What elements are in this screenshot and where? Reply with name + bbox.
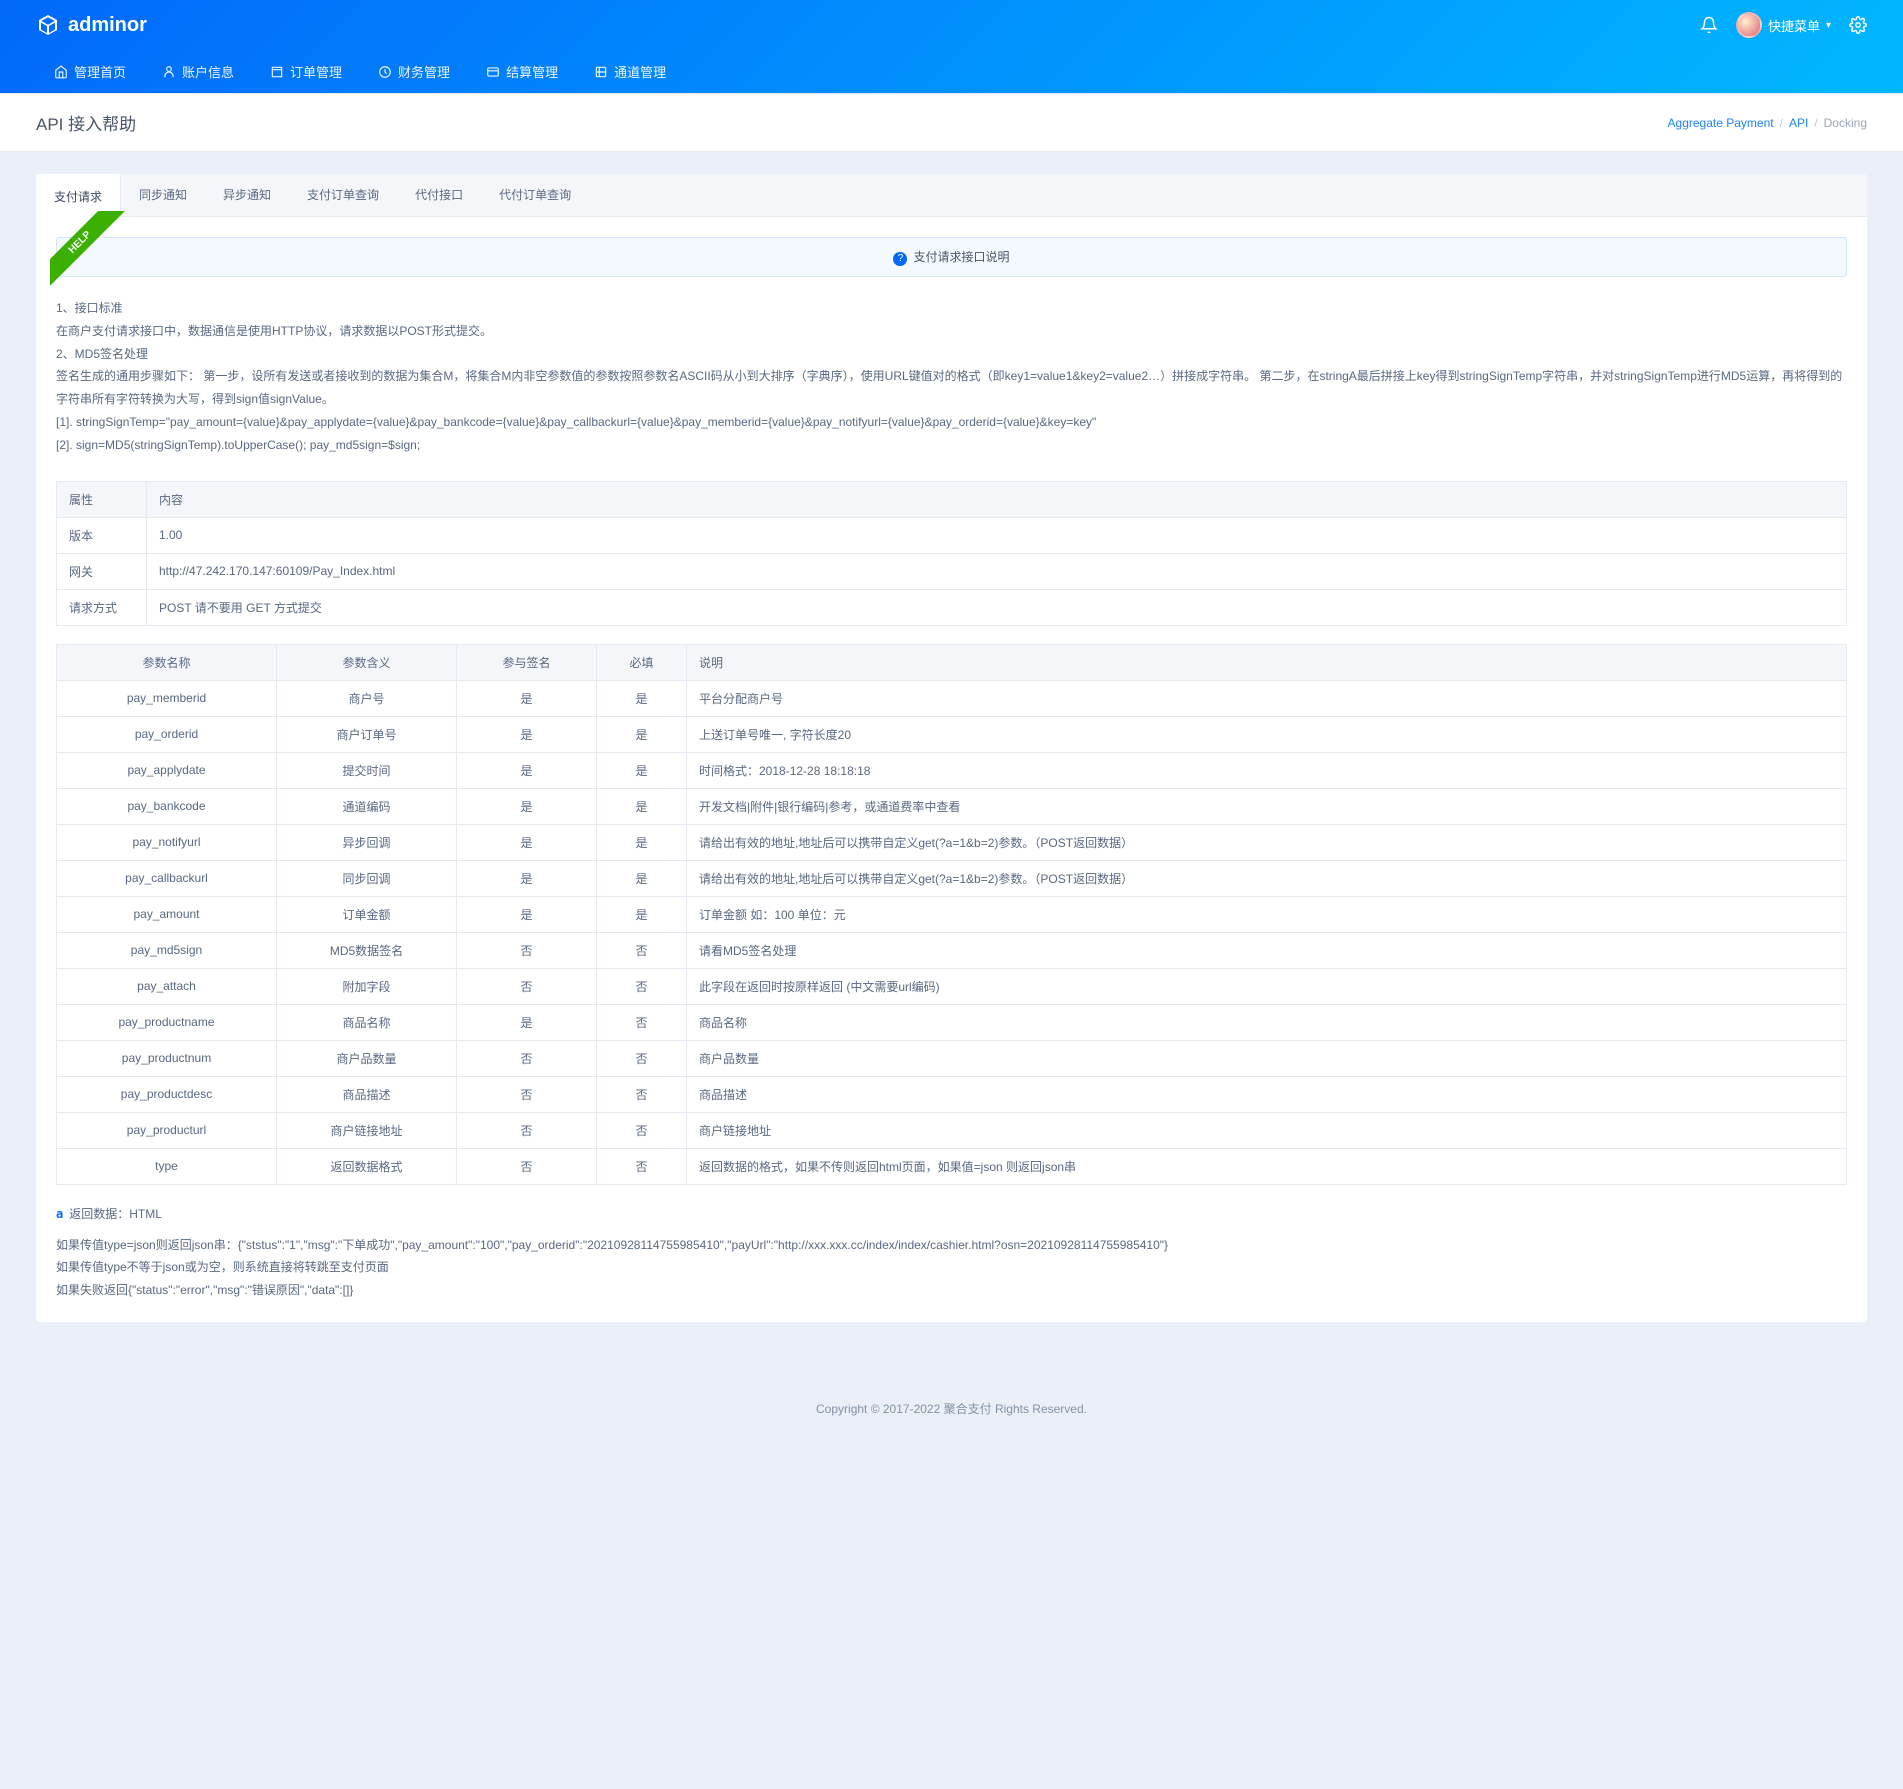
brand-text: adminor xyxy=(68,14,147,37)
table-row: 请求方式POST 请不要用 GET 方式提交 xyxy=(57,589,1847,625)
nav-icon xyxy=(162,65,176,79)
table-row: pay_applydate提交时间是是时间格式：2018-12-28 18:18… xyxy=(57,752,1847,788)
nav-item[interactable]: 管理首页 xyxy=(36,50,144,93)
brand-logo[interactable]: adminor xyxy=(36,13,147,37)
table-row: pay_productname商品名称是否商品名称 xyxy=(57,1004,1847,1040)
table-row: type返回数据格式否否返回数据的格式，如果不传则返回html页面，如果值=js… xyxy=(57,1148,1847,1184)
footer: Copyright © 2017-2022 聚合支付 Rights Reserv… xyxy=(0,1382,1903,1435)
bell-icon[interactable] xyxy=(1700,16,1718,34)
tab[interactable]: 支付请求 xyxy=(36,174,121,217)
breadcrumb: Aggregate Payment/API/Docking xyxy=(1668,116,1867,130)
table-row: pay_attach附加字段否否此字段在返回时按原样返回 (中文需要url编码) xyxy=(57,968,1847,1004)
nav-item[interactable]: 订单管理 xyxy=(252,50,360,93)
description-block: 1、接口标准在商户支付请求接口中，数据通信是使用HTTP协议，请求数据以POST… xyxy=(56,293,1847,481)
table-row: pay_bankcode通道编码是是开发文档|附件|银行编码|参考，或通道费率中… xyxy=(57,788,1847,824)
cube-icon xyxy=(36,13,60,37)
return-header: a返回数据：HTML xyxy=(56,1203,1847,1234)
table-row: pay_memberid商户号是是平台分配商户号 xyxy=(57,680,1847,716)
nav-icon xyxy=(594,65,608,79)
table-row: pay_productnum商户品数量否否商户品数量 xyxy=(57,1040,1847,1076)
tab[interactable]: 同步通知 xyxy=(121,174,205,216)
table-row: pay_callbackurl同步回调是是请给出有效的地址,地址后可以携带自定义… xyxy=(57,860,1847,896)
gear-icon[interactable] xyxy=(1849,16,1867,34)
nav-icon xyxy=(378,65,392,79)
nav-icon xyxy=(270,65,284,79)
tab[interactable]: 代付订单查询 xyxy=(481,174,589,216)
nav-item[interactable]: 结算管理 xyxy=(468,50,576,93)
params-table: 参数名称参数含义参与签名必填说明 pay_memberid商户号是是平台分配商户… xyxy=(56,644,1847,1185)
table-row: 网关http://47.242.170.147:60109/Pay_Index.… xyxy=(57,553,1847,589)
table-row: pay_productdesc商品描述否否商品描述 xyxy=(57,1076,1847,1112)
table-row: pay_producturl商户链接地址否否商户链接地址 xyxy=(57,1112,1847,1148)
table-row: 版本1.00 xyxy=(57,517,1847,553)
user-menu[interactable]: 快捷菜单 ▾ xyxy=(1736,12,1831,38)
nav-item[interactable]: 财务管理 xyxy=(360,50,468,93)
meta-table: 属性内容 版本1.00网关http://47.242.170.147:60109… xyxy=(56,481,1847,626)
avatar xyxy=(1736,12,1762,38)
chevron-down-icon: ▾ xyxy=(1826,20,1831,31)
info-icon: ? xyxy=(893,252,907,266)
callout: ?支付请求接口说明 xyxy=(56,237,1847,277)
tab[interactable]: 代付接口 xyxy=(397,174,481,216)
table-row: pay_amount订单金额是是订单金额 如：100 单位：元 xyxy=(57,896,1847,932)
table-row: pay_notifyurl异步回调是是请给出有效的地址,地址后可以携带自定义ge… xyxy=(57,824,1847,860)
nav-item[interactable]: 通道管理 xyxy=(576,50,684,93)
tab[interactable]: 异步通知 xyxy=(205,174,289,216)
table-row: pay_orderid商户订单号是是上送订单号唯一, 字符长度20 xyxy=(57,716,1847,752)
nav-icon xyxy=(54,65,68,79)
nav-item[interactable]: 账户信息 xyxy=(144,50,252,93)
tab[interactable]: 支付订单查询 xyxy=(289,174,397,216)
return-body: 如果传值type=json则返回json串：{"ststus":"1","msg… xyxy=(56,1234,1847,1302)
table-row: pay_md5signMD5数据签名否否请看MD5签名处理 xyxy=(57,932,1847,968)
nav-icon xyxy=(486,65,500,79)
page-title: API 接入帮助 xyxy=(36,110,136,135)
